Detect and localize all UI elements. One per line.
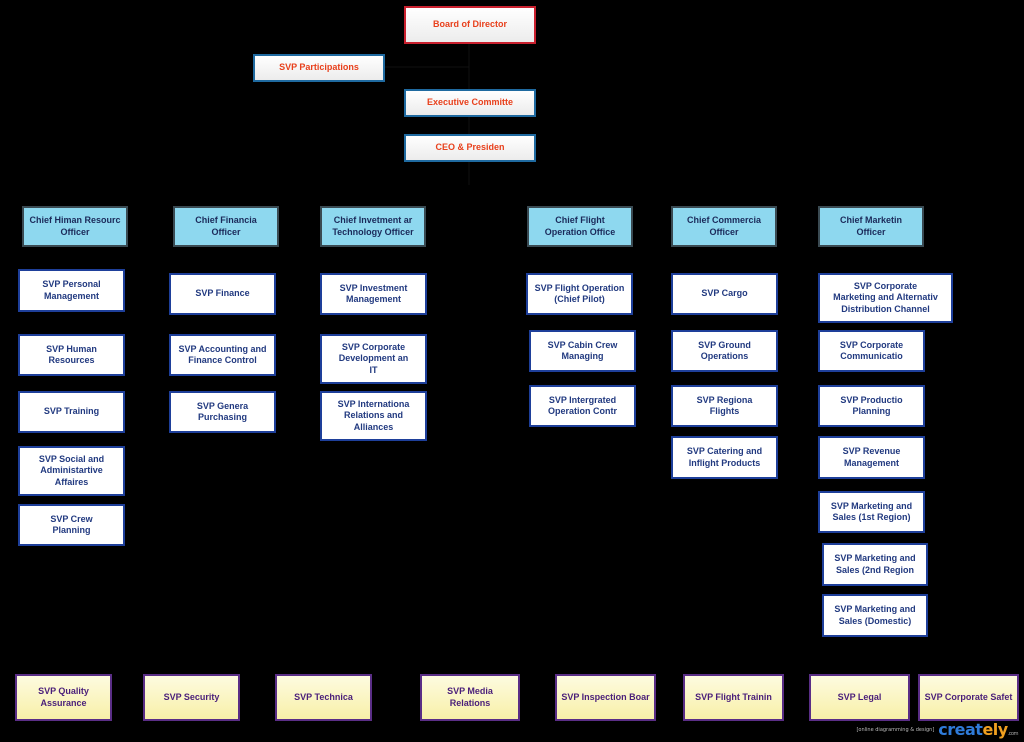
- svp-node[interactable]: SVP Finance: [169, 273, 276, 315]
- staff-node[interactable]: SVP Corporate Safet: [918, 674, 1019, 721]
- svp-node[interactable]: SVP Internationa Relations and Alliances: [320, 391, 427, 441]
- chief-node[interactable]: Chief Himan Resourc Officer: [22, 206, 128, 247]
- svp-node[interactable]: SVP Ground Operations: [671, 330, 778, 372]
- svp-node[interactable]: SVP Social and Administartive Affaires: [18, 446, 125, 496]
- executive-committee-node[interactable]: Executive Committe: [404, 89, 536, 117]
- svp-node[interactable]: SVP Productio Planning: [818, 385, 925, 427]
- logo-main: creat: [938, 720, 983, 739]
- svp-node[interactable]: SVP Flight Operation (Chief Pilot): [526, 273, 633, 315]
- svp-node[interactable]: SVP Cabin Crew Managing: [529, 330, 636, 372]
- svp-node[interactable]: SVP Crew Planning: [18, 504, 125, 546]
- chief-node[interactable]: Chief Flight Operation Office: [527, 206, 633, 247]
- staff-node[interactable]: SVP Media Relations: [420, 674, 520, 721]
- svp-node[interactable]: SVP Training: [18, 391, 125, 433]
- staff-node[interactable]: SVP Legal: [809, 674, 910, 721]
- svp-node[interactable]: SVP Accounting and Finance Control: [169, 334, 276, 376]
- svp-node[interactable]: SVP Personal Management: [18, 269, 125, 312]
- svp-node[interactable]: SVP Regiona Flights: [671, 385, 778, 427]
- staff-node[interactable]: SVP Inspection Boar: [555, 674, 656, 721]
- svp-node[interactable]: SVP Intergrated Operation Contr: [529, 385, 636, 427]
- svp-node[interactable]: SVP Cargo: [671, 273, 778, 315]
- chief-node[interactable]: Chief Financia Officer: [173, 206, 279, 247]
- svp-node[interactable]: SVP Catering and Inflight Products: [671, 436, 778, 479]
- svp-node[interactable]: SVP Corporate Marketing and Alternativ D…: [818, 273, 953, 323]
- svp-node[interactable]: SVP Corporate Communicatio: [818, 330, 925, 372]
- staff-node[interactable]: SVP Flight Trainin: [683, 674, 784, 721]
- svp-node[interactable]: SVP Human Resources: [18, 334, 125, 376]
- svp-node[interactable]: SVP Revenue Management: [818, 436, 925, 479]
- svp-node[interactable]: SVP Marketing and Sales (2nd Region: [822, 543, 928, 586]
- svp-node[interactable]: SVP Marketing and Sales (Domestic): [822, 594, 928, 637]
- svp-node[interactable]: SVP Corporate Development an IT: [320, 334, 427, 384]
- chief-node[interactable]: Chief Marketin Officer: [818, 206, 924, 247]
- board-of-director-node[interactable]: Board of Director: [404, 6, 536, 44]
- svp-node[interactable]: SVP Marketing and Sales (1st Region): [818, 491, 925, 533]
- svp-participations-node[interactable]: SVP Participations: [253, 54, 385, 82]
- creately-watermark: [online diagramming & design] creately.c…: [856, 720, 1018, 739]
- ceo-president-node[interactable]: CEO & Presiden: [404, 134, 536, 162]
- staff-node[interactable]: SVP Quality Assurance: [15, 674, 112, 721]
- svp-node[interactable]: SVP Investment Management: [320, 273, 427, 315]
- chief-node[interactable]: Chief Commercia Officer: [671, 206, 777, 247]
- svp-node[interactable]: SVP Genera Purchasing: [169, 391, 276, 433]
- logo-suffix: .com: [1007, 731, 1019, 737]
- logo-accent: ely: [982, 720, 1008, 739]
- staff-node[interactable]: SVP Technica: [275, 674, 372, 721]
- chief-node[interactable]: Chief Invetment ar Technology Officer: [320, 206, 426, 247]
- staff-node[interactable]: SVP Security: [143, 674, 240, 721]
- watermark-tagline: [online diagramming & design]: [856, 726, 935, 733]
- creately-logo: creately.com: [938, 720, 1018, 739]
